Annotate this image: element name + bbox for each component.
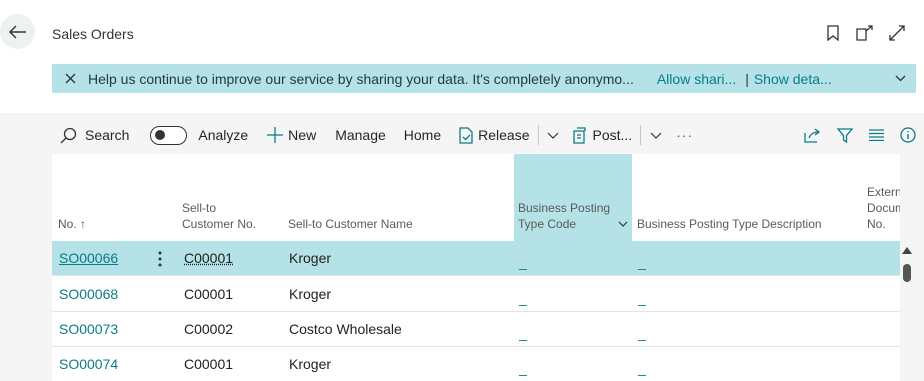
table-row[interactable]: SO00068 C00001 Kroger _ _ <box>52 277 900 312</box>
manage-menu[interactable]: Manage <box>335 121 386 149</box>
column-label: Customer No. <box>182 216 256 232</box>
chevron-down-icon <box>650 132 662 139</box>
more-options-button[interactable]: ··· <box>676 121 693 149</box>
post-dropdown[interactable] <box>650 121 662 149</box>
open-new-window-icon[interactable] <box>856 24 874 42</box>
business-posting-type-description-cell[interactable]: _ <box>638 281 646 316</box>
view-actions <box>804 121 916 149</box>
business-posting-type-description-cell[interactable]: _ <box>638 316 646 351</box>
customer-no-cell[interactable]: C00001 <box>184 241 233 276</box>
release-label: Release <box>478 127 529 143</box>
banner-message: Help us continue to improve our service … <box>88 71 634 87</box>
page-title: Sales Orders <box>52 26 134 42</box>
column-label: Sell-to Customer Name <box>288 217 413 231</box>
column-label: Sell-to <box>182 200 256 216</box>
toolbar-divider <box>538 125 539 145</box>
back-arrow-icon <box>9 25 27 39</box>
chevron-down-icon <box>547 132 559 139</box>
action-bar: Search Analyze New Manage Home Release P… <box>52 121 916 149</box>
column-label: No. <box>867 216 900 232</box>
column-label: Document <box>867 200 900 216</box>
share-icon[interactable] <box>804 121 821 149</box>
order-no-link[interactable]: SO00068 <box>59 277 118 312</box>
column-header-sell-to-customer-no[interactable]: Sell-to Customer No. <box>182 200 256 232</box>
customer-no-cell[interactable]: C00001 <box>184 277 233 312</box>
analyze-switch[interactable] <box>150 126 187 145</box>
allow-sharing-link[interactable]: Allow shari... <box>657 71 736 87</box>
data-sharing-banner: Help us continue to improve our service … <box>52 64 916 93</box>
business-posting-type-description-cell[interactable]: _ <box>638 351 646 381</box>
customer-no-cell[interactable]: C00002 <box>184 312 233 347</box>
business-posting-type-description-cell[interactable]: _ <box>638 245 646 280</box>
toolbar-divider <box>640 125 641 145</box>
back-button[interactable] <box>0 14 35 49</box>
post-button[interactable]: Post... <box>573 121 633 149</box>
column-header-external-document-no[interactable]: External Document No. <box>867 184 900 232</box>
business-posting-type-code-cell[interactable]: _ <box>519 316 527 351</box>
customer-name-cell[interactable]: Costco Wholesale <box>289 312 402 347</box>
post-label: Post... <box>593 127 633 143</box>
scroll-up-icon[interactable] <box>902 247 912 254</box>
order-no-link[interactable]: SO00074 <box>59 347 118 381</box>
customer-no-cell[interactable]: C00001 <box>184 347 233 381</box>
close-icon[interactable] <box>52 73 88 84</box>
chevron-down-icon[interactable] <box>618 221 628 227</box>
column-header-sell-to-customer-name[interactable]: Sell-to Customer Name <box>288 216 413 232</box>
info-icon[interactable] <box>900 121 916 149</box>
table-row[interactable]: SO00074 C00001 Kroger _ _ <box>52 347 900 381</box>
new-label: New <box>288 127 316 143</box>
column-header-business-posting-type-description[interactable]: Business Posting Type Description <box>637 216 822 232</box>
customer-name-cell[interactable]: Kroger <box>289 241 331 276</box>
scrollbar-thumb[interactable] <box>903 264 911 282</box>
release-dropdown[interactable] <box>547 121 559 149</box>
plus-icon <box>267 127 283 143</box>
column-header-business-posting-type-code[interactable]: Business Posting Type Code <box>518 200 630 232</box>
order-no-link[interactable]: SO00073 <box>59 312 118 347</box>
order-no-link[interactable]: SO00066 <box>59 241 118 276</box>
column-label: Business Posting <box>518 200 630 216</box>
column-label: External <box>867 184 900 200</box>
table-row[interactable]: SO00066 C00001 Kroger _ _ <box>52 241 900 276</box>
search-label: Search <box>85 127 129 143</box>
grid-header: No. ↑ Sell-to Customer No. Sell-to Custo… <box>52 154 900 241</box>
customer-name-cell[interactable]: Kroger <box>289 277 331 312</box>
page-actions <box>824 24 906 42</box>
release-button[interactable]: Release <box>459 121 529 149</box>
search-button[interactable]: Search <box>60 121 129 149</box>
new-button[interactable]: New <box>267 121 316 149</box>
business-posting-type-code-cell[interactable]: _ <box>519 245 527 280</box>
show-details-link[interactable]: Show deta... <box>754 71 832 87</box>
customer-name-cell[interactable]: Kroger <box>289 347 331 381</box>
home-menu[interactable]: Home <box>404 121 441 149</box>
column-header-no[interactable]: No. ↑ <box>58 216 86 232</box>
business-posting-type-code-cell[interactable]: _ <box>519 281 527 316</box>
analyze-label: Analyze <box>198 127 248 143</box>
column-label: Business Posting Type Description <box>637 217 822 231</box>
vertical-scrollbar[interactable] <box>900 241 914 381</box>
chevron-down-icon[interactable] <box>884 75 916 82</box>
business-posting-type-code-cell[interactable]: _ <box>519 351 527 381</box>
post-document-icon <box>573 127 589 144</box>
sales-orders-grid: No. ↑ Sell-to Customer No. Sell-to Custo… <box>52 154 900 381</box>
list-view-icon[interactable] <box>869 121 884 149</box>
expand-icon[interactable] <box>888 24 906 42</box>
column-label: Type Code <box>518 217 576 231</box>
row-menu-icon[interactable] <box>158 241 162 276</box>
column-label: No. ↑ <box>58 217 86 231</box>
banner-separator: | <box>745 71 749 87</box>
bookmark-icon[interactable] <box>824 24 842 42</box>
analyze-toggle[interactable]: Analyze <box>150 121 248 149</box>
release-document-icon <box>459 127 473 144</box>
table-row[interactable]: SO00073 C00002 Costco Wholesale _ _ <box>52 312 900 347</box>
search-icon <box>60 127 77 144</box>
filter-icon[interactable] <box>837 121 853 149</box>
